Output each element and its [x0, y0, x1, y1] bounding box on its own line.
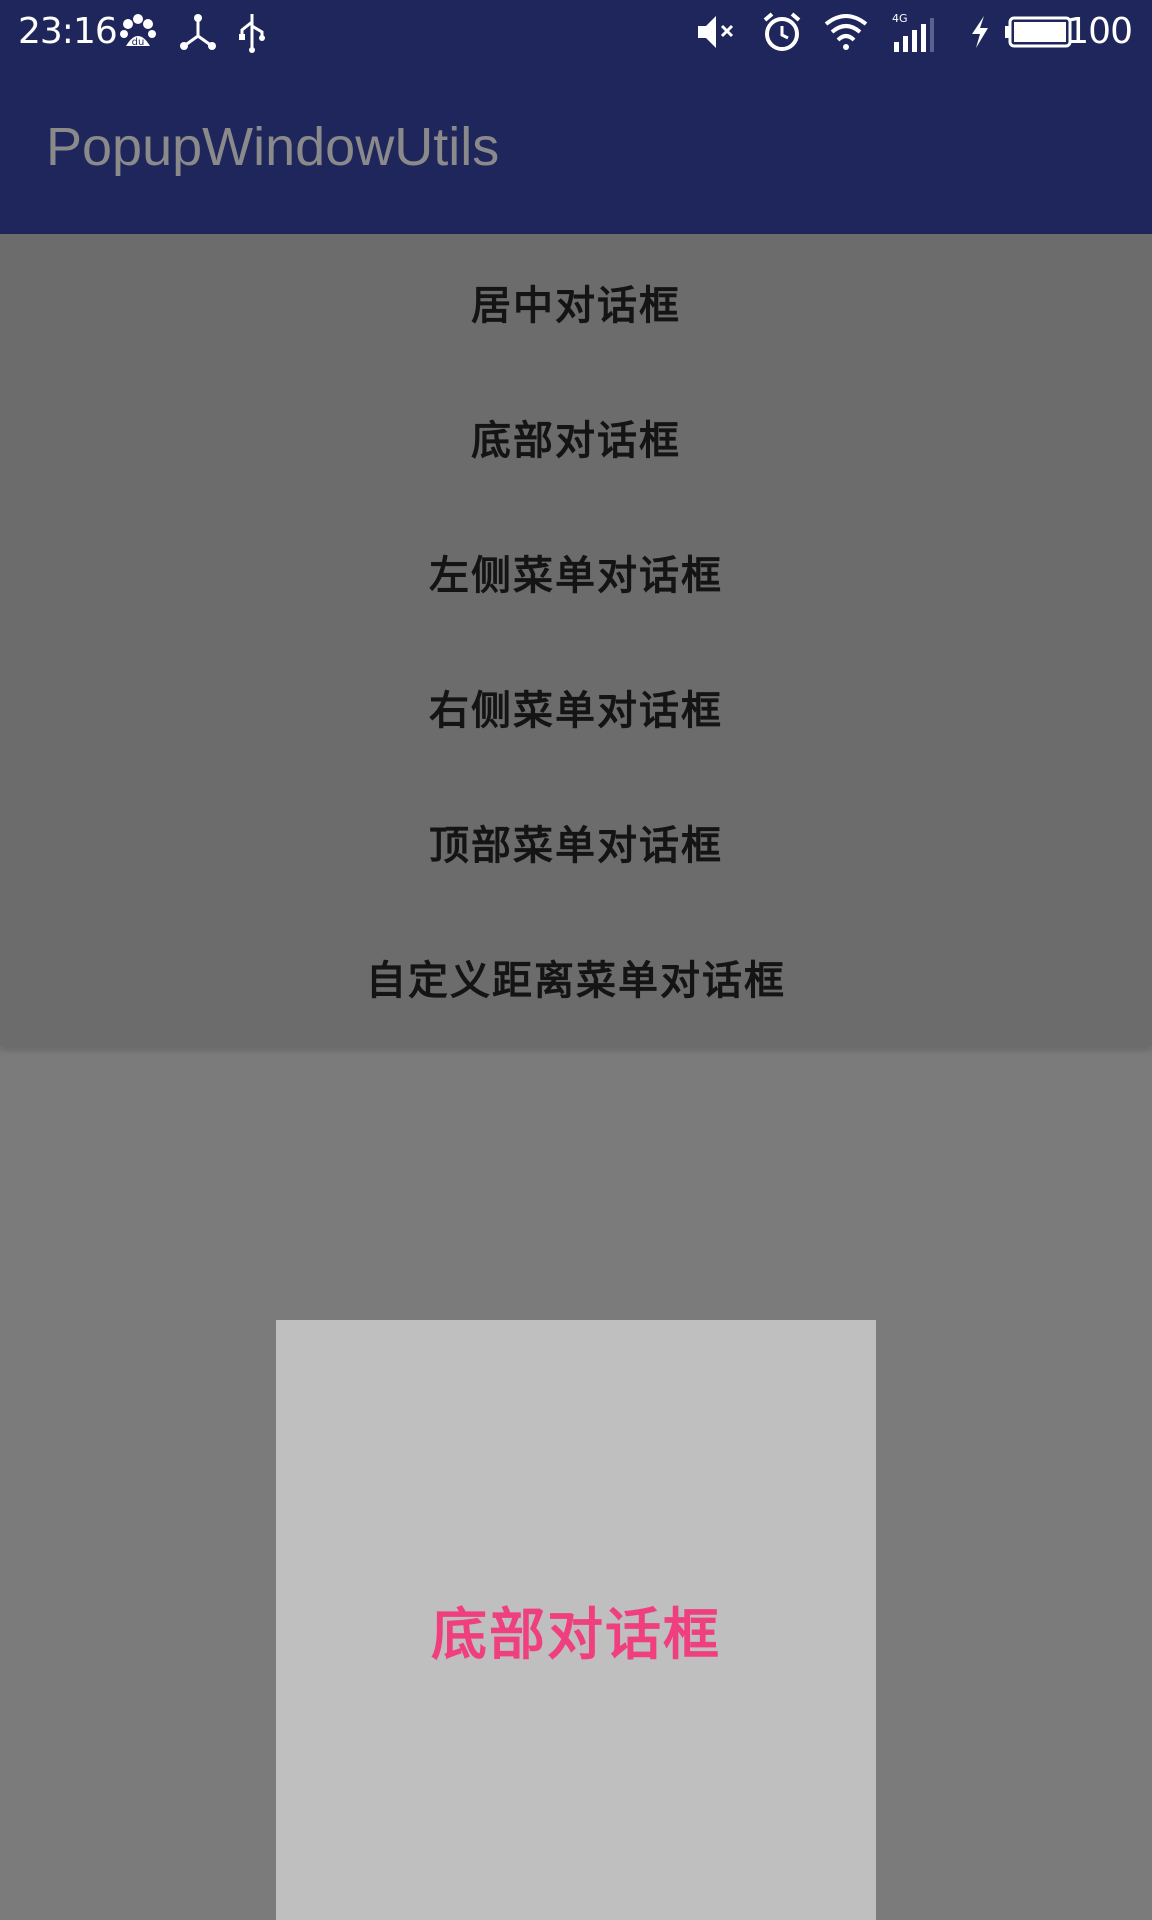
usb-icon — [230, 10, 274, 54]
charging-icon — [958, 10, 1002, 54]
app-toolbar: PopupWindowUtils — [0, 66, 1152, 234]
menu-item-center-dialog[interactable]: 居中对话框 — [0, 234, 1152, 369]
menu-item-right-menu-dialog[interactable]: 右侧菜单对话框 — [0, 639, 1152, 774]
svg-text:du: du — [132, 37, 145, 48]
battery-icon — [1004, 10, 1074, 54]
status-bar: 23:16 du 4G 100 — [0, 0, 1152, 66]
network-share-icon — [176, 10, 220, 54]
wifi-icon — [824, 10, 868, 54]
page-title: PopupWindowUtils — [46, 117, 500, 177]
mute-icon — [694, 10, 738, 54]
battery-level: 100 — [1066, 11, 1133, 52]
dialog-text: 底部对话框 — [431, 1602, 721, 1668]
menu-item-left-menu-dialog[interactable]: 左侧菜单对话框 — [0, 504, 1152, 639]
svg-text:4G: 4G — [892, 12, 908, 25]
status-time: 23:16 — [18, 11, 118, 52]
menu-item-custom-distance-menu-dialog[interactable]: 自定义距离菜单对话框 — [0, 909, 1152, 1044]
signal-4g-icon: 4G — [890, 10, 934, 54]
menu-item-top-menu-dialog[interactable]: 顶部菜单对话框 — [0, 774, 1152, 909]
menu-item-bottom-dialog[interactable]: 底部对话框 — [0, 369, 1152, 504]
bottom-dialog-popup[interactable]: 底部对话框 — [276, 1320, 876, 1920]
baidu-paw-icon: du — [116, 10, 160, 54]
dialog-type-menu: 居中对话框 底部对话框 左侧菜单对话框 右侧菜单对话框 顶部菜单对话框 自定义距… — [0, 234, 1152, 1046]
alarm-icon — [760, 10, 804, 54]
